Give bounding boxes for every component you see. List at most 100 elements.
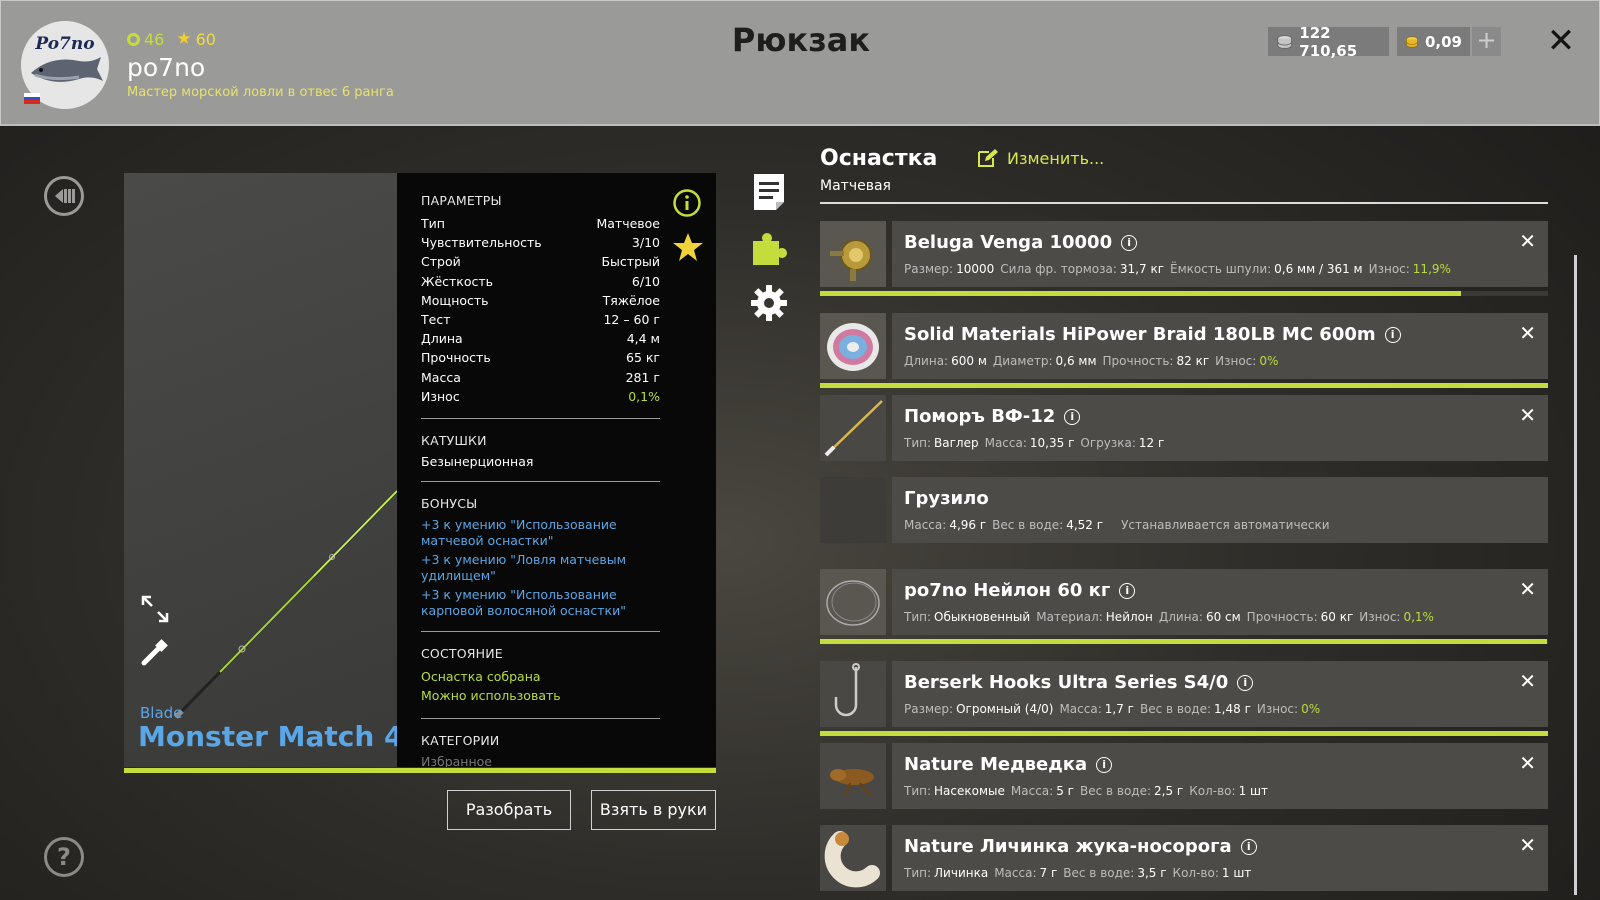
info-icon[interactable]: i (1121, 234, 1138, 251)
close-button[interactable]: ✕ (1543, 23, 1579, 59)
param-label: Прочность (421, 350, 491, 366)
property-label: Износ: (1215, 354, 1257, 368)
item-name: Nature Личинка жука-носорога (904, 836, 1232, 857)
edit-tackle-button[interactable]: Изменить... (977, 148, 1104, 168)
item-card[interactable]: Nature Медведка i Тип: Насекомые Масса: 5 г Ве… (892, 743, 1548, 809)
param-row: Тип Матчевое (421, 214, 660, 233)
item-properties: Размер: Огромный (4/0) Масса: 1,7 г Вес в во… (904, 702, 1326, 716)
property-value: 7 г (1039, 866, 1058, 880)
param-label: Тест (421, 312, 451, 328)
tackle-item[interactable]: Beluga Venga 10000 i Размер: 10000 Сила фр. … (820, 221, 1548, 296)
remove-item-button[interactable]: ✕ (1519, 669, 1536, 693)
item-property: Тип: Личинка (904, 866, 988, 880)
item-properties: Длина: 600 м Диаметр: 0,6 мм Прочность: 82 кг… (904, 354, 1284, 368)
durability-bar (820, 639, 1548, 644)
repair-icon[interactable] (140, 637, 170, 667)
take-in-hands-button[interactable]: Взять в руки (591, 790, 716, 830)
item-thumbnail (820, 661, 886, 727)
item-card[interactable]: Beluga Venga 10000 i Размер: 10000 Сила фр. … (892, 221, 1548, 287)
property-label: Тип: (904, 610, 932, 624)
item-card[interactable]: Solid Materials HiPower Braid 180LB MC 6… (892, 313, 1548, 379)
tackle-item[interactable]: Nature Личинка жука-носорога i Тип: Личинка… (820, 825, 1548, 891)
info-icon[interactable]: i (1237, 674, 1254, 691)
hook-icon (820, 661, 886, 727)
info-icon[interactable]: i (1240, 838, 1257, 855)
tab-settings[interactable] (749, 283, 789, 323)
remove-item-button[interactable]: ✕ (1519, 403, 1536, 427)
property-value: 2,5 г (1154, 784, 1184, 798)
property-label: Масса: (994, 866, 1037, 880)
silver-coins-icon (1277, 34, 1292, 49)
favorite-star-icon[interactable] (672, 232, 704, 262)
expand-icon[interactable] (140, 594, 170, 624)
info-circle-glyph (673, 189, 701, 217)
item-properties: Тип: Ваглер Масса: 10,35 г Огрузка: 12 г (904, 436, 1170, 450)
property-label: Размер: (904, 262, 954, 276)
item-name: Beluga Venga 10000 (904, 232, 1113, 253)
item-card[interactable]: po7no Нейлон 60 кг i Тип: Обыкновенный Матер… (892, 569, 1548, 635)
reel-icon (820, 221, 886, 287)
item-property: Вес в воде: 4,52 г (992, 518, 1103, 532)
info-icon[interactable]: i (1064, 408, 1081, 425)
tackle-title: Оснастка (820, 146, 938, 171)
property-value: 10,35 г (1029, 436, 1075, 450)
bonus-item: +3 к умению "Использование карповой воло… (421, 586, 626, 618)
param-label: Износ (421, 388, 460, 404)
param-value: 281 г (625, 369, 660, 385)
remove-item-button[interactable]: ✕ (1519, 833, 1536, 857)
dismantle-button[interactable]: Разобрать (447, 790, 571, 830)
item-card[interactable]: Грузило Масса: 4,96 г Вес в воде: 4,52 г Уста… (892, 477, 1548, 543)
info-icon[interactable]: i (1384, 326, 1401, 343)
property-value: 4,96 г (949, 518, 987, 532)
param-label: Чувствительность (421, 235, 542, 251)
item-property: Износ: 11,9% (1369, 262, 1451, 276)
property-value: 600 м (951, 354, 987, 368)
tackle-item[interactable]: Berserk Hooks Ultra Series S4/0 i Размер: О… (820, 661, 1548, 736)
tackle-item[interactable]: po7no Нейлон 60 кг i Тип: Обыкновенный Матер… (820, 569, 1548, 644)
item-card[interactable]: Поморъ ВФ-12 i Тип: Ваглер Масса: 10,35 г Огру… (892, 395, 1548, 461)
tackle-item[interactable]: Solid Materials HiPower Braid 180LB MC 6… (820, 313, 1548, 388)
bonus-item: +3 к умению "Использование матчевой осна… (421, 516, 617, 548)
info-icon[interactable]: i (1119, 582, 1136, 599)
tab-tackle[interactable] (749, 229, 789, 269)
property-value: 5 г (1056, 784, 1074, 798)
remove-item-button[interactable]: ✕ (1519, 751, 1536, 775)
scrollbar[interactable] (1574, 255, 1577, 895)
remove-item-button[interactable]: ✕ (1519, 577, 1536, 601)
item-card[interactable]: Nature Личинка жука-носорога i Тип: Личинка… (892, 825, 1548, 891)
help-button[interactable]: ? (44, 837, 84, 877)
remove-item-button[interactable]: ✕ (1519, 321, 1536, 345)
header-bar: Po7no 46 ★ 60 po7no Мастер морской ловли… (0, 0, 1600, 126)
param-row: Тест 12 – 60 г (421, 310, 660, 329)
item-name: Поморъ ВФ-12 (904, 406, 1056, 427)
param-label: Строй (421, 254, 461, 270)
tackle-item[interactable]: Nature Медведка i Тип: Насекомые Масса: 5 г Ве… (820, 743, 1548, 809)
item-name-row: Поморъ ВФ-12 i (904, 406, 1081, 427)
back-button[interactable] (44, 176, 84, 216)
item-card[interactable]: Berserk Hooks Ultra Series S4/0 i Размер: О… (892, 661, 1548, 727)
tab-description[interactable] (752, 172, 786, 212)
info-icon[interactable] (672, 188, 702, 218)
gold-balance: 0,09 (1397, 27, 1470, 56)
tackle-item[interactable]: Грузило Масса: 4,96 г Вес в воде: 4,52 г Уста… (820, 477, 1548, 543)
property-value: 0,6 мм / 361 м (1274, 262, 1363, 276)
tackle-divider (820, 202, 1548, 204)
property-label: Вес в воде: (1079, 784, 1152, 798)
durability-bar (820, 731, 1548, 736)
add-currency-button[interactable]: + (1472, 27, 1501, 56)
item-property: Масса: 1,7 г (1059, 702, 1134, 716)
small-star-icon: ★ (176, 29, 192, 49)
tackle-item[interactable]: Поморъ ВФ-12 i Тип: Ваглер Масса: 10,35 г Огру… (820, 395, 1548, 461)
bonus-item: +3 к умению "Ловля матчевым удилищем" (421, 551, 626, 583)
info-icon[interactable]: i (1096, 756, 1113, 773)
property-label: Прочность: (1102, 354, 1174, 368)
item-name-row: Грузило (904, 488, 989, 509)
float-icon (820, 395, 886, 461)
property-label: Тип: (904, 866, 932, 880)
star-level-indicator: ★ 60 (176, 29, 216, 49)
silver-amount: 122 710,65 (1299, 23, 1358, 60)
remove-item-button[interactable]: ✕ (1519, 229, 1536, 253)
durability-bar (820, 291, 1548, 296)
mole-cricket-bait-icon (820, 743, 886, 809)
param-value: 0,1% (628, 388, 660, 404)
